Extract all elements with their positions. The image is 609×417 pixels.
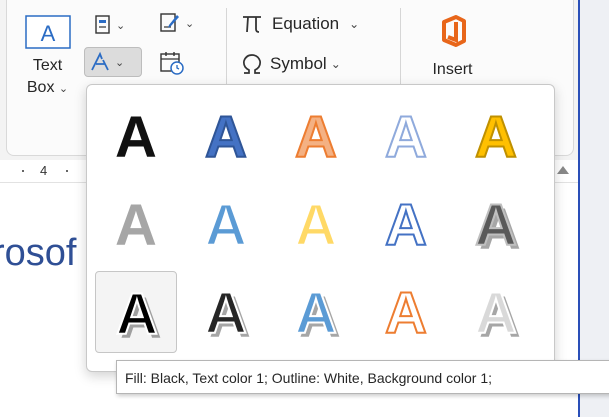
wordart-preview-letter: AA bbox=[294, 280, 341, 350]
wordart-style-option[interactable]: A bbox=[95, 95, 177, 177]
wordart-style-option[interactable]: A bbox=[185, 95, 267, 177]
wordart-icon bbox=[91, 51, 109, 71]
wordart-letter: A bbox=[205, 281, 247, 346]
ruler-tick bbox=[66, 170, 68, 172]
wordart-letter: A bbox=[295, 105, 337, 170]
equation-label: Equation bbox=[272, 14, 340, 33]
text-box-label-line2: Box ⌄ bbox=[26, 79, 69, 96]
chevron-down-icon: ⌄ bbox=[349, 17, 360, 31]
chevron-down-icon: ⌄ bbox=[58, 83, 69, 95]
wordart-preview-letter: A bbox=[384, 280, 428, 347]
symbol-label: Symbol bbox=[270, 54, 327, 73]
wordart-letter: A bbox=[295, 281, 337, 346]
text-box-button[interactable]: A Text Box ⌄ bbox=[20, 10, 75, 118]
wordart-preview-letter: A bbox=[204, 192, 248, 259]
wordart-style-option[interactable]: AA bbox=[275, 271, 357, 353]
quick-parts-button[interactable]: ⌄ bbox=[90, 10, 129, 40]
wordart-preview-letter: AA bbox=[474, 280, 521, 350]
wordart-letter: A bbox=[116, 282, 158, 347]
wordart-style-option[interactable]: AA bbox=[455, 183, 537, 265]
document-text: rosof bbox=[0, 232, 77, 274]
chevron-down-icon: ⌄ bbox=[330, 57, 341, 71]
wordart-preview-letter: A bbox=[115, 193, 157, 258]
wordart-preview-letter: AA bbox=[204, 280, 251, 350]
wordart-letter: A bbox=[385, 193, 427, 258]
wordart-style-option[interactable]: AA bbox=[185, 271, 267, 353]
omega-icon bbox=[243, 54, 261, 74]
insert-button[interactable]: Insert bbox=[425, 14, 480, 79]
calendar-clock-icon bbox=[160, 52, 184, 75]
wordart-style-option[interactable]: A bbox=[275, 183, 357, 265]
wordart-style-option[interactable]: A bbox=[185, 183, 267, 265]
wordart-letter: A bbox=[205, 193, 247, 258]
wordart-style-tooltip: Fill: Black, Text color 1; Outline: Whit… bbox=[116, 360, 609, 394]
ruler-tick bbox=[22, 170, 24, 172]
wordart-letter: A bbox=[205, 105, 247, 170]
wordart-style-option[interactable]: A bbox=[455, 95, 537, 177]
quick-parts-icon bbox=[95, 15, 110, 34]
chevron-down-icon: ⌄ bbox=[116, 19, 126, 32]
ruler-indent-marker[interactable] bbox=[557, 166, 569, 174]
wordart-preview-letter: A bbox=[204, 104, 248, 171]
wordart-preview-letter: A bbox=[384, 192, 428, 259]
insert-label: Insert bbox=[432, 61, 473, 78]
wordart-style-option[interactable]: A bbox=[365, 183, 447, 265]
wordart-style-option[interactable]: A bbox=[365, 95, 447, 177]
signature-pen-icon bbox=[160, 13, 179, 32]
wordart-style-option[interactable]: AA bbox=[95, 271, 177, 353]
wordart-letter: A bbox=[475, 105, 517, 170]
wordart-button[interactable]: ⌄ bbox=[84, 47, 142, 77]
wordart-preview-letter: AA bbox=[474, 192, 521, 262]
wordart-style-option[interactable]: AA bbox=[455, 271, 537, 353]
wordart-style-option[interactable]: A bbox=[365, 271, 447, 353]
wordart-letter: A bbox=[295, 193, 337, 258]
ruler-number: 4 bbox=[40, 163, 48, 178]
text-box-label-line1: Text bbox=[32, 57, 63, 74]
chevron-down-icon: ⌄ bbox=[115, 56, 125, 69]
wordart-preview-letter: A bbox=[294, 104, 338, 171]
date-time-button[interactable] bbox=[155, 48, 189, 78]
wordart-letter: A bbox=[475, 193, 517, 258]
equation-button[interactable]: Equation ⌄ bbox=[240, 12, 359, 36]
chevron-down-icon: ⌄ bbox=[185, 17, 195, 30]
wordart-letter: A bbox=[385, 281, 427, 346]
wordart-style-option[interactable]: A bbox=[275, 95, 357, 177]
wordart-style-option[interactable]: A bbox=[95, 183, 177, 265]
window-right-edge bbox=[578, 0, 609, 417]
wordart-preview-letter: A bbox=[474, 104, 518, 171]
signature-line-button[interactable]: ⌄ bbox=[155, 8, 198, 38]
wordart-letter: A bbox=[115, 193, 157, 258]
wordart-letter: A bbox=[115, 105, 157, 170]
wordart-preview-letter: A bbox=[384, 104, 428, 171]
wordart-preview-letter: AA bbox=[115, 281, 162, 351]
wordart-preview-letter: A bbox=[115, 105, 157, 170]
text-box-icon: A bbox=[24, 15, 71, 49]
svg-text:A: A bbox=[40, 21, 55, 46]
office-logo-icon bbox=[441, 15, 466, 47]
wordart-letter: A bbox=[385, 105, 427, 170]
wordart-letter: A bbox=[475, 281, 517, 346]
wordart-preview-letter: A bbox=[294, 192, 338, 259]
symbol-button[interactable]: Symbol ⌄ bbox=[240, 52, 341, 76]
wordart-gallery: AAAAAAAAAAAAAAAAAAAA bbox=[86, 84, 555, 372]
pi-icon bbox=[243, 16, 261, 33]
